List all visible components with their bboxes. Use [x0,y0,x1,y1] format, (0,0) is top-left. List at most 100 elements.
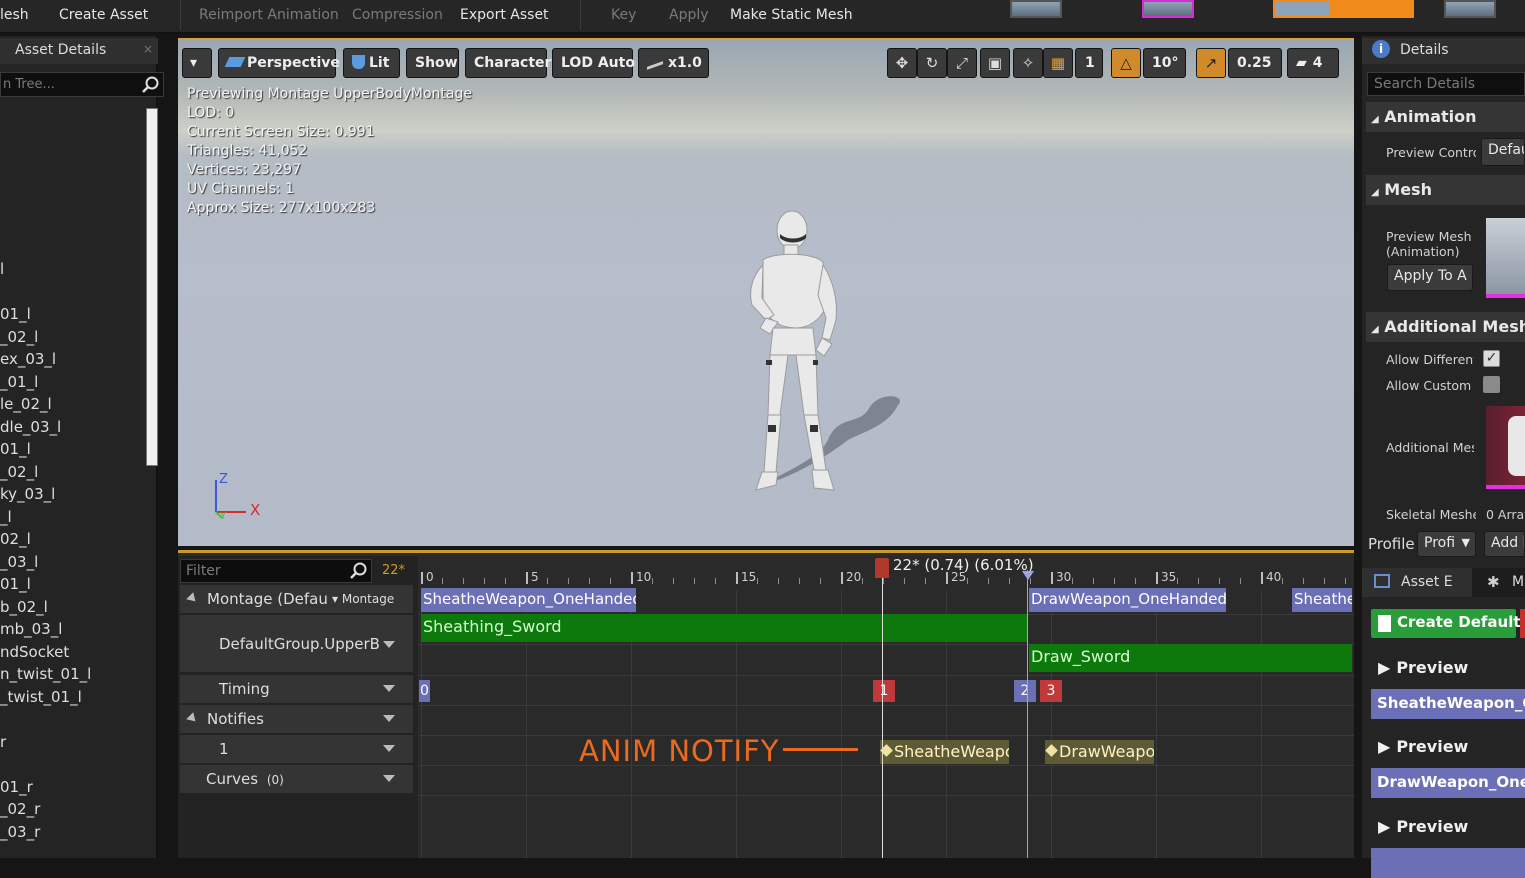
preview-row-1[interactable]: ▶ Preview [1370,658,1468,677]
track-timing[interactable]: Timing [180,675,413,703]
tree-item[interactable]: _03_l [0,553,150,576]
track-filter-input[interactable]: Filter [180,559,372,583]
dropdown-arrow-icon[interactable] [383,745,395,752]
lod-button[interactable]: LOD Auto [552,48,635,78]
perspective-button[interactable]: Perspective [218,48,340,78]
tree-item[interactable]: n_twist_01_l [0,665,150,688]
allow-custom-checkbox[interactable] [1483,376,1500,393]
toolbar-make-static-mesh[interactable]: Make Static Mesh [730,7,853,23]
preview-viewport[interactable]: ▾ Perspective Lit Show Character LOD Aut… [178,38,1354,546]
category-additional-meshes[interactable]: ◢ Additional Meshes [1366,312,1525,342]
section-marker-2[interactable]: 2 [1014,680,1036,702]
tree-item[interactable] [0,710,150,733]
tree-item[interactable]: _twist_01_l [0,688,150,711]
section-sheathing-sword[interactable]: Sheathing_Sword [421,614,1027,642]
mode-thumbnail-mesh[interactable] [1142,0,1194,18]
category-animation[interactable]: ◢ Animation [1366,102,1525,132]
segment-sheathe-weapon[interactable]: SheatheWeapon_OneHanded [421,588,636,612]
apply-to-asset-button[interactable]: Apply To A [1387,264,1473,291]
scale-snap-icon[interactable]: ↗ [1196,48,1226,78]
section-marker-3[interactable]: 3 [1040,680,1062,702]
rotate-icon[interactable]: ↻ [917,48,947,78]
viewport-menu-button[interactable]: ▾ [182,48,212,78]
profile-dropdown[interactable]: Profi ▼ [1417,531,1476,557]
close-icon[interactable]: × [143,42,153,56]
tree-item[interactable]: _02_l [0,328,150,351]
tree-item[interactable]: ky_03_l [0,485,150,508]
tree-item[interactable]: dle_03_l [0,418,150,441]
tree-item[interactable]: _02_r [0,800,150,823]
tree-item[interactable]: ex_03_l [0,350,150,373]
tree-item[interactable]: _03_r [0,823,150,846]
dropdown-arrow-icon[interactable] [383,685,395,692]
dropdown-arrow-icon[interactable] [383,775,395,782]
lit-button[interactable]: Lit [343,48,400,78]
additional-mesh-thumbnail[interactable] [1486,406,1525,489]
track-montage[interactable]: Montage (Defau ▾ Montage [180,585,413,613]
montage-type-dropdown[interactable]: ▾ Montage [332,592,394,606]
notify-sheathe-weapon[interactable]: SheatheWeapo [880,740,1009,764]
surface-snap-icon[interactable]: ✧ [1013,48,1043,78]
camera-speed-button[interactable]: ▰ 4 [1287,48,1339,78]
left-panel-tab[interactable]: Asset Details × [0,38,158,64]
collapse-arrow-icon[interactable] [186,712,199,725]
show-button[interactable]: Show [406,48,459,78]
toolbar-create-asset[interactable]: Create Asset [59,7,148,23]
asset-browser-tab[interactable]: Asset E [1362,568,1472,597]
tree-item[interactable]: 01_l [0,575,150,598]
track-default-group[interactable]: DefaultGroup.UpperB [180,615,413,672]
segment-draw-weapon[interactable]: DrawWeapon_OneHanded [1029,588,1226,612]
preview-row-3[interactable]: ▶ Preview [1370,817,1468,836]
tree-item[interactable]: 01_l [0,305,150,328]
dropdown-arrow-icon[interactable] [383,641,395,648]
details-search-input[interactable]: Search Details [1367,72,1525,96]
toolbar-compression[interactable]: Compression [352,7,443,23]
tree-item[interactable]: 02_l [0,530,150,553]
preview-controller-dropdown[interactable]: Defau [1481,138,1525,166]
tree-item[interactable]: 01_r [0,778,150,801]
m-tab-label[interactable]: M [1512,574,1524,590]
segment-preview-sheathe-2[interactable] [1371,848,1525,878]
translate-icon[interactable]: ✥ [887,48,917,78]
track-notify-1[interactable]: 1 [180,735,413,763]
section-draw-sword[interactable]: Draw_Sword [1029,644,1352,672]
preview-row-2[interactable]: ▶ Preview [1370,737,1468,756]
scale-icon[interactable]: ⤢ [947,48,977,78]
segment-preview-draw[interactable]: DrawWeapon_OneH [1371,768,1525,798]
rotation-snap-icon[interactable]: △ [1111,48,1141,78]
tree-item[interactable]: ndSocket [0,643,150,666]
dropdown-arrow-icon[interactable] [383,715,395,722]
tree-item[interactable]: _02_l [0,463,150,486]
preview-mesh-thumbnail[interactable] [1486,218,1525,298]
section-boundary-handle[interactable] [1022,571,1034,580]
tree-item[interactable]: le_02_l [0,395,150,418]
tree-item[interactable]: mb_03_l [0,620,150,643]
playback-speed-button[interactable]: x1.0 [638,48,709,78]
toolbar-reimport-animation[interactable]: Reimport Animation [199,7,339,23]
tree-item[interactable] [0,755,150,778]
add-profile-button[interactable]: Add I [1484,531,1525,557]
world-local-icon[interactable]: ▣ [980,48,1010,78]
playhead-handle[interactable] [875,558,889,578]
section-marker-1[interactable]: 1 [873,680,895,702]
scale-snap-value[interactable]: 0.25 [1228,48,1282,78]
tree-search-input[interactable]: n Tree... [0,72,164,97]
rotation-snap-value[interactable]: 10° [1143,48,1186,78]
create-default-button[interactable]: Create Default [1371,609,1521,638]
segment-preview-sheathe[interactable]: SheatheWeapon_O [1371,689,1525,719]
segment-sheathe[interactable]: Sheathe [1292,588,1352,612]
grid-snap-icon[interactable]: ▦ [1043,48,1073,78]
category-mesh[interactable]: ◢ Mesh [1366,175,1525,205]
track-notifies[interactable]: Notifies [180,705,413,733]
collapse-arrow-icon[interactable] [186,592,199,605]
track-curves[interactable]: Curves (0) [180,765,413,793]
mode-thumbnail-skeleton[interactable] [1010,0,1062,18]
section-marker-0[interactable]: 0 [419,680,430,702]
tree-item[interactable]: r [0,733,150,756]
clear-button[interactable] [1520,609,1525,638]
tree-item[interactable]: _l [0,508,150,531]
toolbar-apply[interactable]: Apply [669,7,709,23]
mode-thumbnail-animation[interactable] [1273,0,1414,18]
character-button[interactable]: Character [465,48,551,78]
details-tab[interactable]: i Details [1362,38,1525,64]
